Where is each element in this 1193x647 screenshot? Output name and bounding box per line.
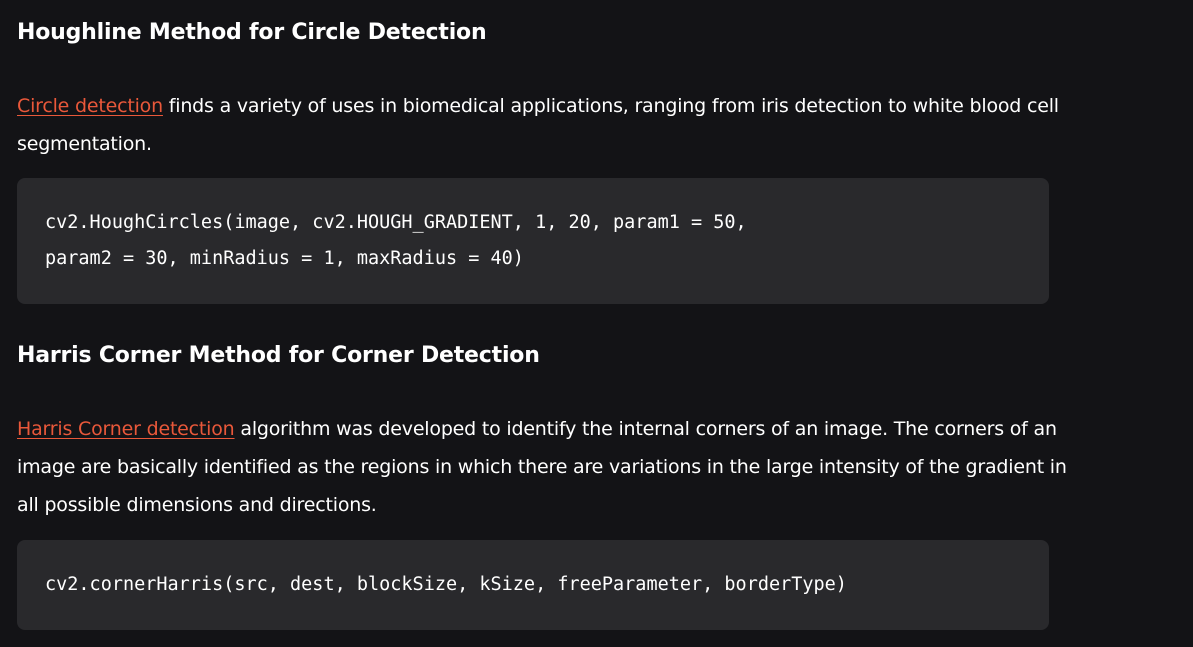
code-block-hough-circles: cv2.HoughCircles(image, cv2.HOUGH_GRADIE… [17,178,1049,304]
paragraph-corner-detection: Harris Corner detection algorithm was de… [17,410,1067,524]
section-heading-circle-detection: Houghline Method for Circle Detection [17,20,487,45]
code-line: cv2.cornerHarris(src, dest, blockSize, k… [45,574,847,595]
code-block-corner-harris: cv2.cornerHarris(src, dest, blockSize, k… [17,540,1049,630]
paragraph-circle-detection: Circle detection finds a variety of uses… [17,87,1067,163]
harris-corner-detection-link[interactable]: Harris Corner detection [17,418,235,440]
section-heading-corner-detection: Harris Corner Method for Corner Detectio… [17,343,540,368]
article-content: Houghline Method for Circle Detection Ci… [0,0,1193,647]
code-line: cv2.HoughCircles(image, cv2.HOUGH_GRADIE… [45,212,747,233]
paragraph-circle-detection-text: finds a variety of uses in biomedical ap… [17,95,1059,155]
circle-detection-link[interactable]: Circle detection [17,95,163,117]
code-line: param2 = 30, minRadius = 1, maxRadius = … [45,248,524,269]
